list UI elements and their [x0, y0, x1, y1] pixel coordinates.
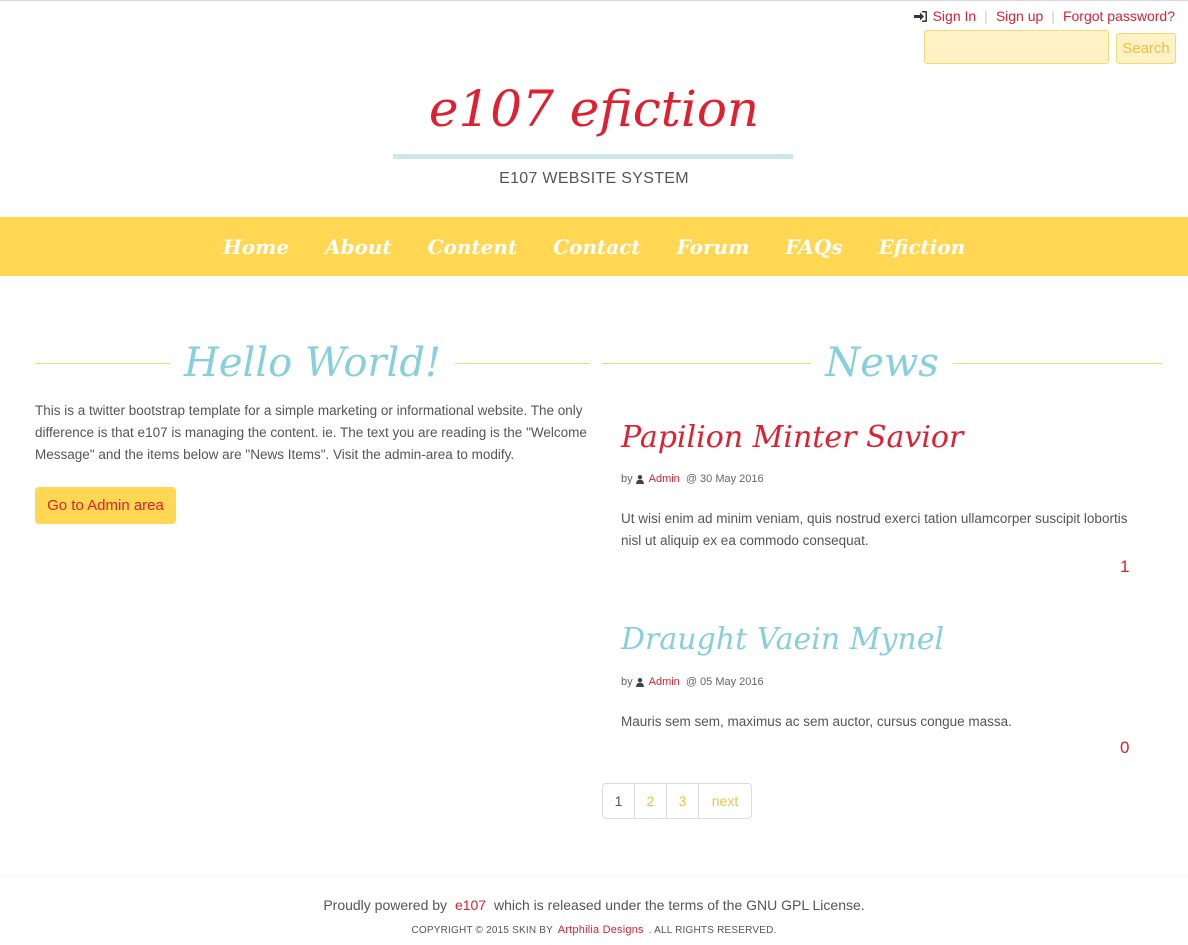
user-icon	[635, 677, 644, 687]
nav-content[interactable]: Content	[410, 235, 536, 259]
copyright-text: . ALL RIGHTS RESERVED.	[648, 925, 777, 936]
page-3-link[interactable]: 3	[667, 784, 699, 818]
news-item-meta: by Admin @ 05 May 2016	[621, 676, 764, 688]
heading-divider	[455, 362, 591, 364]
news-heading-row: News	[602, 340, 1162, 386]
news-item-meta: by Admin @ 30 May 2016	[621, 473, 764, 485]
page-1-link[interactable]: 1	[603, 784, 635, 818]
pagination: 1 2 3 next	[602, 783, 752, 819]
link-separator: |	[1051, 8, 1055, 24]
sign-in-icon	[913, 10, 927, 22]
heading-divider	[35, 362, 170, 364]
page-2-link[interactable]: 2	[635, 784, 667, 818]
news-date: @ 05 May 2016	[685, 676, 764, 688]
news-item-title[interactable]: Papilion Minter Savior	[621, 420, 963, 455]
copyright-text: COPYRIGHT © 2015 SKIN BY	[411, 925, 553, 936]
welcome-heading: Hello World!	[184, 340, 442, 386]
welcome-heading-row: Hello World!	[35, 340, 591, 386]
user-icon	[635, 474, 644, 484]
title-underline	[393, 154, 793, 159]
nav-about[interactable]: About	[307, 235, 410, 259]
forgot-password-link[interactable]: Forgot password?	[1063, 8, 1175, 24]
main-nav: Home About Content Contact Forum FAQs Ef…	[0, 217, 1188, 276]
welcome-message: This is a twitter bootstrap template for…	[35, 403, 587, 462]
nav-faqs[interactable]: FAQs	[767, 235, 860, 259]
admin-area-button[interactable]: Go to Admin area	[35, 487, 176, 524]
artphilia-link[interactable]: Artphilia Designs	[558, 924, 644, 936]
nav-home[interactable]: Home	[205, 235, 307, 259]
news-author-link[interactable]: Admin	[649, 473, 680, 485]
footer-copyright: COPYRIGHT © 2015 SKIN BY Artphilia Desig…	[0, 924, 1188, 936]
sign-up-link[interactable]: Sign up	[996, 8, 1043, 24]
footer-powered-by: Proudly powered by e107 which is release…	[0, 897, 1188, 913]
site-title[interactable]: e107 efiction	[0, 80, 1188, 138]
user-links: Sign In | Sign up | Forgot password?	[913, 8, 1175, 24]
news-comment-count[interactable]: 0	[1120, 738, 1150, 758]
top-border	[0, 0, 1188, 1]
heading-divider	[602, 362, 812, 364]
news-item-body: Ut wisi enim ad minim veniam, quis nostr…	[621, 511, 1128, 548]
news-item-body: Mauris sem sem, maximus ac sem auctor, c…	[621, 714, 1012, 729]
news-author-link[interactable]: Admin	[649, 676, 680, 688]
site-tagline: E107 WEBSITE SYSTEM	[499, 170, 689, 187]
nav-contact[interactable]: Contact	[535, 235, 658, 259]
news-item-title[interactable]: Draught Vaein Mynel	[621, 622, 944, 657]
e107-link[interactable]: e107	[455, 897, 486, 913]
nav-forum[interactable]: Forum	[659, 235, 768, 259]
news-by-label: by	[621, 473, 633, 485]
link-separator: |	[984, 8, 988, 24]
nav-efiction[interactable]: Efiction	[860, 235, 983, 259]
search-input[interactable]	[924, 30, 1109, 64]
search-button[interactable]: Search	[1116, 33, 1176, 64]
footer-text: which is released under the terms of the…	[494, 897, 865, 913]
news-date: @ 30 May 2016	[685, 473, 764, 485]
sign-in-link[interactable]: Sign In	[933, 8, 977, 24]
news-by-label: by	[621, 676, 633, 688]
next-page-link[interactable]: next	[699, 784, 751, 818]
news-comment-count[interactable]: 1	[1120, 557, 1150, 577]
news-heading: News	[825, 340, 939, 386]
footer-text: Proudly powered by	[323, 897, 448, 913]
heading-divider	[952, 362, 1162, 364]
